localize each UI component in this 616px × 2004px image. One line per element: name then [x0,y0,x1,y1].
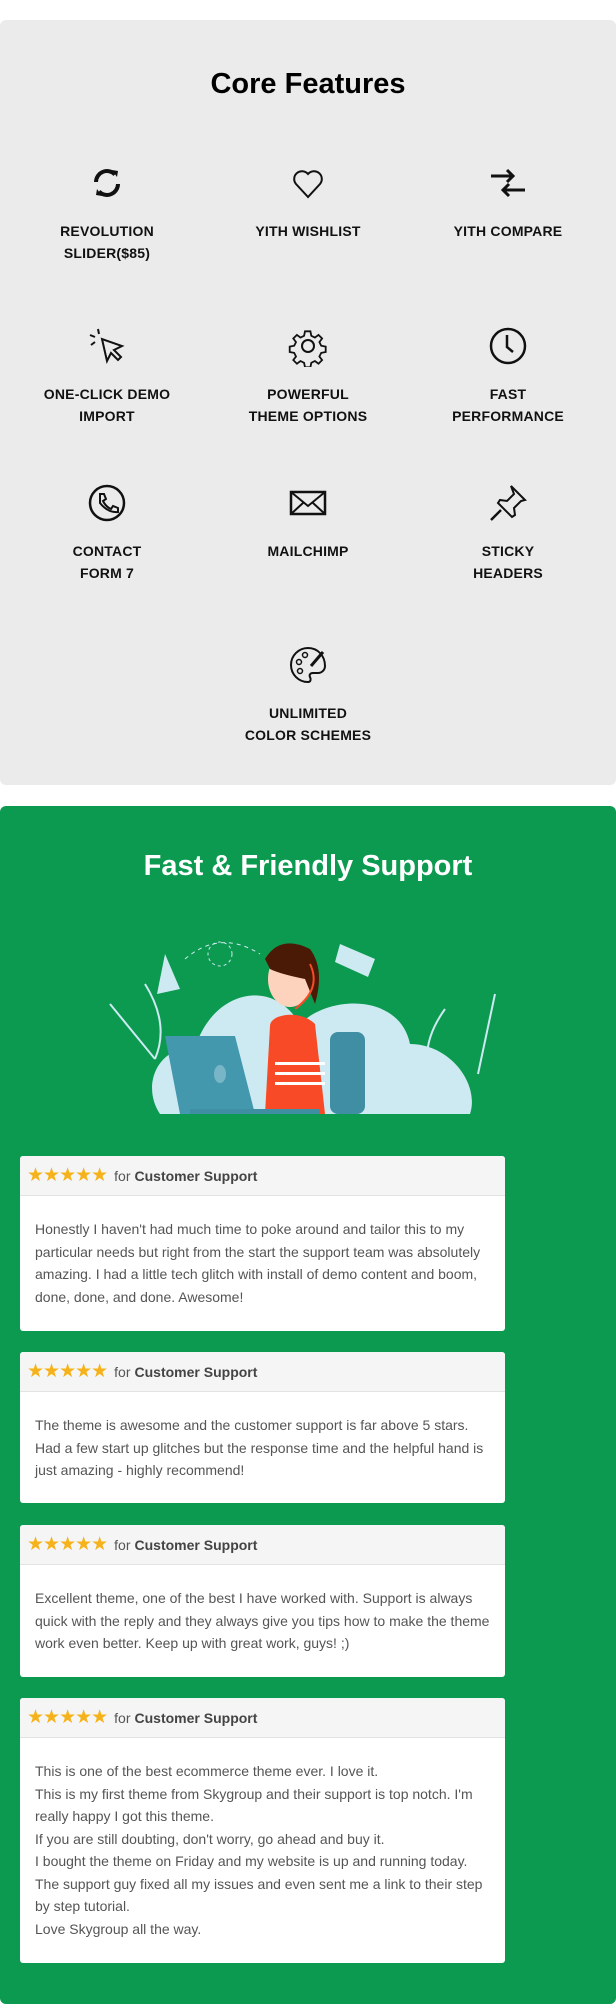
mail-icon [289,490,327,516]
feature-label: YITH WISHLIST [255,223,361,239]
star-rating-icon: ★★★★★ [27,1165,108,1186]
review-for: for [114,1709,131,1726]
feature-label: UNLIMITED COLOR SCHEMES [244,705,372,743]
gear-icon [288,330,327,367]
pin-icon [490,485,527,521]
feature-label: FAST PERFORMANCE [452,386,564,424]
review-header: ★★★★★ for Customer Support [20,1156,505,1196]
feature-label: CONTACT FORM 7 [72,543,142,581]
review-card: ★★★★★ for Customer Support Excellent theme,… [20,1525,505,1677]
review-text: Excellent theme, one of the best I have … [35,1590,490,1651]
review-header: ★★★★★ for Customer Support [20,1698,505,1738]
feature-item: YITH WISHLIST [208,162,408,242]
feature-item: YITH COMPARE [408,162,608,242]
feature-item: FAST PERFORMANCE [408,325,608,427]
heart-icon [293,170,323,199]
palette-icon [290,646,327,684]
review-category: Customer Support [134,1709,258,1726]
feature-item: POWERFUL THEME OPTIONS [208,325,408,427]
review-category: Customer Support [134,1363,258,1380]
review-category: Customer Support [134,1536,258,1553]
support-agent-illustration [109,941,496,1114]
phone-icon [88,484,126,522]
review-text: This is one of the best ecommerce theme … [35,1763,483,1937]
review-text: The theme is awesome and the customer su… [35,1417,484,1478]
feature-label: POWERFUL THEME OPTIONS [248,386,368,424]
section-title: Fast & Friendly Support [143,850,473,882]
review-for: for [114,1167,131,1184]
core-features-section: Core Features REVOLUTION SLIDER($85) YITH… [0,20,616,785]
star-rating-icon: ★★★★★ [27,1361,108,1382]
support-section: Fast & Friendly Support ★★★★★ for Customer… [0,806,616,2004]
review-for: for [114,1536,131,1553]
review-header: ★★★★★ for Customer Support [20,1352,505,1392]
feature-item: ONE-CLICK DEMO IMPORT [7,325,207,427]
feature-label: STICKY HEADERS [473,543,543,581]
review-card: ★★★★★ for Customer Support The theme is awe… [20,1352,505,1503]
feature-item: STICKY HEADERS [408,482,608,584]
feature-item: CONTACT FORM 7 [7,482,207,584]
feature-label: MAILCHIMP [267,543,349,559]
review-card: ★★★★★ for Customer Support This is one of t… [20,1698,505,1963]
feature-label: YITH COMPARE [453,223,563,239]
refresh-icon [94,169,120,197]
clock-icon [489,327,527,365]
compare-arrows-icon [491,168,525,198]
review-card: ★★★★★ for Customer Support Honestly I haven… [20,1156,505,1331]
star-rating-icon: ★★★★★ [27,1534,108,1555]
review-text: Honestly I haven't had much time to poke… [35,1221,481,1305]
feature-item: UNLIMITED COLOR SCHEMES [208,644,408,746]
feature-item: MAILCHIMP [208,482,408,562]
review-category: Customer Support [134,1167,258,1184]
review-header: ★★★★★ for Customer Support [20,1525,505,1565]
star-rating-icon: ★★★★★ [27,1707,108,1728]
feature-item: REVOLUTION SLIDER($85) [7,162,207,264]
review-for: for [114,1363,131,1380]
feature-label: ONE-CLICK DEMO IMPORT [43,386,171,424]
section-title: Core Features [210,68,406,100]
feature-label: REVOLUTION SLIDER($85) [60,223,154,261]
cursor-click-icon [89,328,125,364]
